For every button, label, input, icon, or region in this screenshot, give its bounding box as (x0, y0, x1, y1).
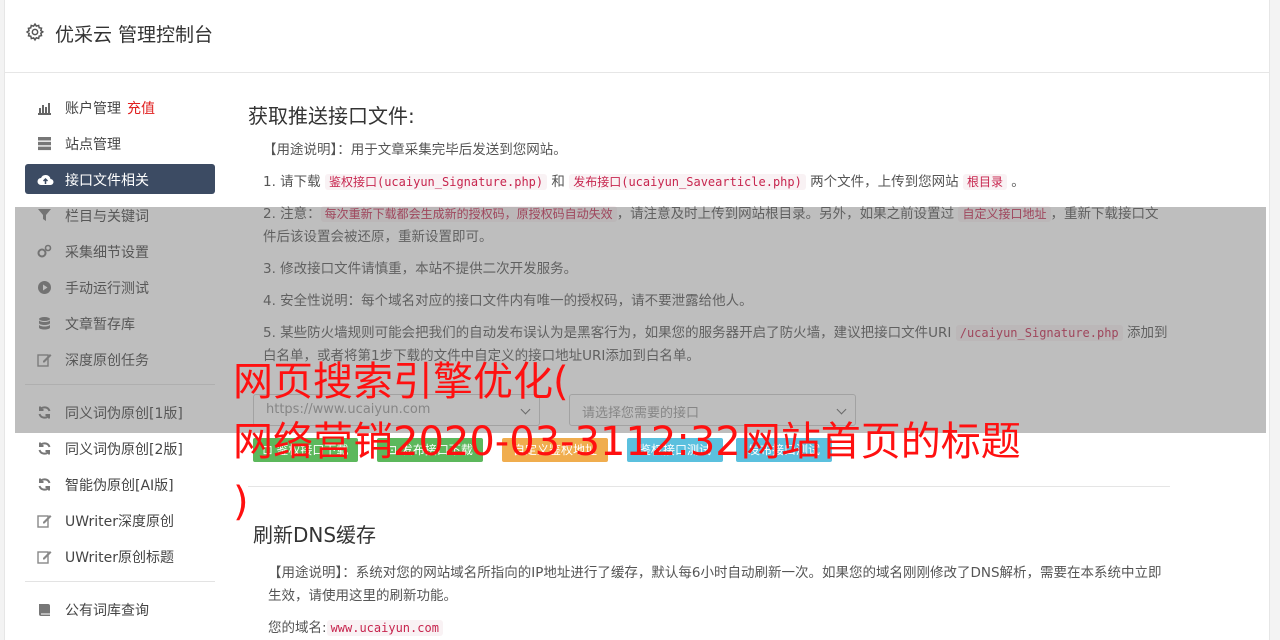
watermark-text: 网页搜索引擎优化( 网络营销2020-03-3112:32网站首页的标题 ) (233, 359, 1021, 525)
domain-value: www.ucaiyun.com (326, 620, 443, 636)
sidebar-item-label: 账户管理 (65, 101, 121, 117)
code-root-dir: 根目录 (962, 174, 1007, 190)
bar-chart-icon (37, 100, 52, 115)
sidebar-item-label: UWriter深度原创 (65, 514, 174, 530)
sidebar-divider (25, 581, 215, 582)
top-header: 优采云 管理控制台 (5, 0, 1269, 73)
app-title: 优采云 管理控制台 (55, 24, 214, 46)
sidebar-item-label: UWriter原创标题 (65, 550, 174, 566)
sidebar-item-label: 同义词伪原创[2版] (65, 442, 183, 458)
refresh-icon (37, 477, 52, 492)
edit-icon (37, 549, 52, 564)
domain-line: 您的域名: www.ucaiyun.com (268, 617, 1163, 640)
code-publish-file: 发布接口(ucaiyun_Savearticle.php) (569, 174, 806, 190)
recharge-link[interactable]: 充值 (127, 101, 155, 117)
sidebar-item-interface-files[interactable]: 接口文件相关 (25, 164, 215, 194)
sidebar-item-uwriter-deep[interactable]: UWriter深度原创 (25, 505, 215, 535)
refresh-icon (37, 441, 52, 456)
dns-usage-note: 【用途说明】：系统对您的网站域名所指向的IP地址进行了缓存，默认每6小时自动刷新… (268, 565, 1162, 604)
instruction-1: 1. 请下载 鉴权接口(ucaiyun_Signature.php) 和 发布接… (263, 174, 1025, 190)
sidebar-item-sites[interactable]: 站点管理 (25, 128, 215, 158)
book-icon (37, 602, 52, 617)
sidebar-item-label: 站点管理 (65, 137, 121, 153)
section-title-interface-files: 获取推送接口文件: (248, 104, 415, 128)
gear-icon (25, 22, 45, 42)
usage-note: 【用途说明】：用于文章采集完毕后发送到您网站。 (263, 142, 567, 158)
sidebar-item-label: 智能伪原创[AI版] (65, 478, 174, 494)
server-icon (37, 136, 52, 151)
cloud-upload-icon (37, 172, 54, 187)
code-sign-file: 鉴权接口(ucaiyun_Signature.php) (324, 174, 548, 190)
sidebar-item-synonym-v2[interactable]: 同义词伪原创[2版] (25, 433, 215, 463)
edit-icon (37, 513, 52, 528)
sidebar-item-account[interactable]: 账户管理 充值 (25, 92, 215, 122)
sidebar-item-label: 公有词库查询 (65, 603, 149, 619)
sidebar-item-ai-rewrite[interactable]: 智能伪原创[AI版] (25, 469, 215, 499)
dns-section: 刷新DNS缓存 【用途说明】：系统对您的网站域名所指向的IP地址进行了缓存，默认… (253, 519, 1163, 640)
sidebar-item-public-dictionary[interactable]: 公有词库查询 (25, 594, 215, 624)
sidebar-item-label: 接口文件相关 (65, 173, 149, 189)
sidebar-item-uwriter-title[interactable]: UWriter原创标题 (25, 541, 215, 571)
